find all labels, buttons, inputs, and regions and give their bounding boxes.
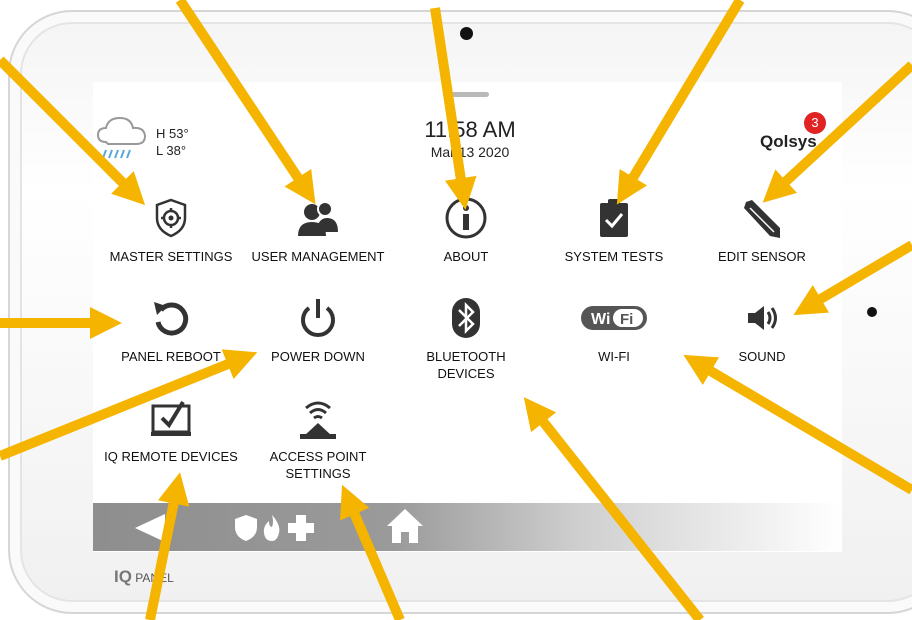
arrow-power-down bbox=[0, 349, 258, 461]
arrow-wifi bbox=[683, 354, 912, 495]
arrow-edit-sensor bbox=[762, 61, 912, 203]
arrow-sound bbox=[793, 240, 912, 316]
arrow-about bbox=[430, 7, 477, 210]
arrow-system-tests bbox=[616, 0, 745, 205]
arrow-user-management bbox=[175, 0, 316, 205]
arrow-master-settings bbox=[0, 56, 146, 206]
arrow-bluetooth bbox=[523, 397, 704, 620]
arrow-iq-remote bbox=[145, 472, 190, 620]
annotation-arrows bbox=[0, 0, 912, 620]
arrow-access-point bbox=[339, 484, 405, 620]
